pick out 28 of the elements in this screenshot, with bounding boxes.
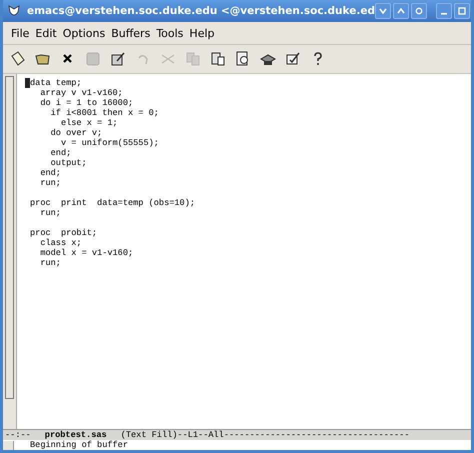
text-cursor [25, 78, 30, 88]
paste-icon [209, 50, 227, 68]
menu-item[interactable]: Edit [35, 26, 57, 40]
menu-item[interactable]: Buffers [111, 26, 150, 40]
minimize-button[interactable] [436, 3, 452, 19]
raise-button[interactable] [392, 3, 409, 19]
scroll-bar[interactable] [3, 74, 17, 429]
sticky-button[interactable] [410, 3, 427, 19]
copy-icon [184, 50, 202, 68]
pencil-page-icon [109, 50, 127, 68]
scroll-thumb[interactable] [5, 76, 14, 399]
menu-item[interactable]: File [11, 26, 30, 40]
menu-item[interactable]: Options [62, 26, 106, 40]
buffer-status: --:-- [5, 430, 31, 440]
buffer-name: probtest.sas [44, 430, 107, 440]
shade-button[interactable] [374, 3, 391, 19]
chevron-down-icon [378, 7, 387, 15]
maximize-button[interactable] [454, 3, 470, 19]
echo-message: Beginning of buffer [30, 440, 128, 450]
page-icon [9, 50, 27, 68]
menu-item[interactable]: Tools [156, 26, 184, 40]
mode-info: (Text Fill)--L1--All------------------------------------ [120, 430, 410, 440]
window-title: emacs@verstehen.soc.duke.edu <@verstehen.soc.duke.ed [27, 5, 375, 17]
code-text: data temp; array v v1-v160; do i = 1 to 16000; if i<8001 then x = 0; else x = 1; do over v; v = uniform(55555); end; output; end; run; proc print data=temp (obs=10); run; proc probit; class x; model x = v1-v160; run; [30, 78, 196, 268]
chevron-up-icon [396, 7, 405, 15]
circle-icon [414, 7, 423, 15]
menu-item[interactable]: Help [189, 26, 214, 40]
maximize-icon [458, 7, 466, 15]
